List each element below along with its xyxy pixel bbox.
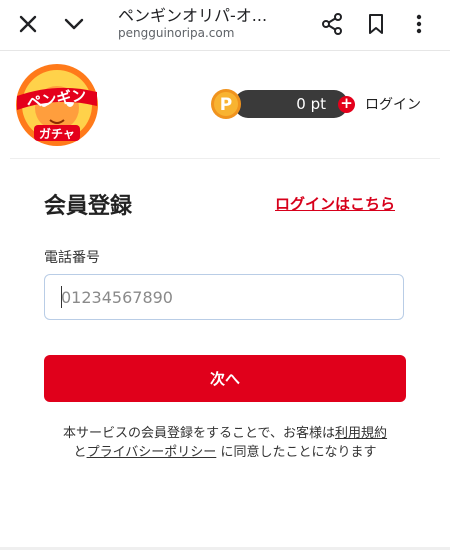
phone-number-input[interactable]: [44, 274, 404, 320]
share-icon[interactable]: [318, 10, 346, 38]
coin-icon: P: [211, 89, 241, 119]
logo-text-bottom: ガチャ: [39, 126, 75, 141]
terms-text-3: に同意したことになります: [216, 445, 377, 460]
browser-url[interactable]: pengguinoripa.com: [118, 26, 234, 40]
points-pill: 0 pt: [234, 90, 348, 118]
points-balance[interactable]: 0 pt P +: [210, 88, 355, 120]
terms-text-1: 本サービスの会員登録をすることで、お客様は: [62, 426, 336, 441]
chevron-down-icon[interactable]: [60, 10, 88, 38]
header-divider: [10, 158, 440, 159]
next-button[interactable]: 次へ: [44, 355, 406, 402]
page-title: 会員登録: [44, 194, 133, 219]
terms-of-use-link[interactable]: 利用規約: [335, 426, 387, 441]
svg-text:P: P: [220, 95, 232, 115]
more-vert-icon[interactable]: [405, 10, 433, 38]
browser-page-title: ペンギンオリパ-オ...: [118, 6, 268, 25]
login-here-link[interactable]: ログインはこちら: [275, 193, 395, 214]
browser-toolbar: ペンギンオリパ-オ... pengguinoripa.com: [0, 0, 450, 51]
bookmark-icon[interactable]: [362, 10, 390, 38]
phone-label: 電話番号: [44, 250, 100, 266]
terms-notice: 本サービスの会員登録をすることで、お客様は利用規約とプライバシーポリシー に同意…: [30, 424, 420, 462]
close-icon[interactable]: [14, 10, 42, 38]
header-login-link[interactable]: ログイン: [365, 94, 421, 114]
privacy-policy-link[interactable]: プライバシーポリシー: [87, 445, 217, 460]
text-cursor: [61, 286, 62, 308]
points-value: 0 pt: [296, 95, 326, 113]
site-logo[interactable]: ペンギン ガチャ: [14, 62, 100, 148]
add-points-icon[interactable]: +: [338, 94, 355, 113]
terms-text-2: と: [73, 445, 87, 460]
